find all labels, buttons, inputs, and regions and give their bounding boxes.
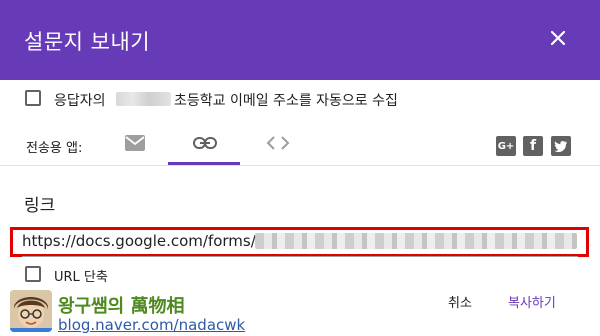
url-field-underline	[22, 256, 578, 257]
shorten-url-checkbox[interactable]	[25, 266, 41, 282]
cancel-button[interactable]: 취소	[448, 292, 472, 311]
mail-icon[interactable]	[124, 134, 146, 156]
shorten-url-label: URL 단축	[54, 270, 108, 285]
form-url-field[interactable]: https://docs.google.com/forms/	[22, 232, 256, 250]
google-plus-icon[interactable]: G+	[496, 136, 516, 156]
watermark-name: 왕구쌤의 萬物相	[58, 296, 185, 317]
link-icon[interactable]	[193, 133, 217, 157]
dialog-title: 설문지 보내기	[24, 30, 151, 54]
watermark-avatar	[10, 290, 52, 332]
collect-email-checkbox[interactable]	[25, 90, 41, 106]
close-icon[interactable]	[545, 25, 571, 51]
section-divider	[0, 165, 600, 166]
embed-code-icon[interactable]	[266, 133, 290, 157]
redacted-url-part	[255, 233, 577, 249]
facebook-icon[interactable]: f	[523, 136, 543, 156]
collect-email-label-end: 초등학교 이메일 주소를 자동으로 수집	[174, 93, 398, 109]
twitter-icon[interactable]	[551, 136, 571, 156]
watermark-url: blog.naver.com/nadacwk	[58, 316, 246, 334]
dialog-header: 설문지 보내기	[0, 0, 600, 80]
collect-email-label-start: 응답자의	[54, 93, 106, 109]
send-via-label: 전송용 앱:	[26, 141, 83, 156]
copy-button[interactable]: 복사하기	[508, 292, 556, 311]
redacted-school-name	[116, 92, 171, 106]
link-section-title: 링크	[24, 196, 56, 216]
